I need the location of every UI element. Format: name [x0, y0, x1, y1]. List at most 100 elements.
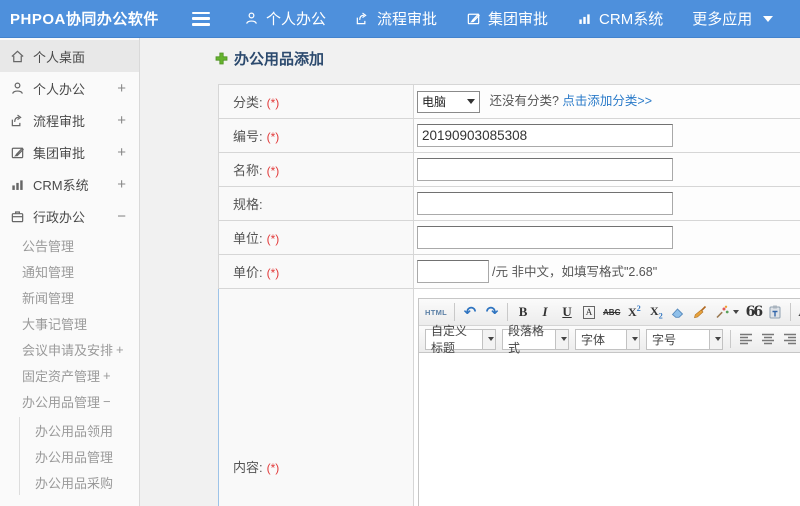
app-logo: PHPOA协同办公软件 [10, 11, 159, 28]
sidebar-item-memorabilia-mgmt[interactable]: 大事记管理 [0, 310, 139, 336]
bar-chart-icon [12, 179, 23, 190]
sidebar-item-group-approval[interactable]: 集团审批 + [0, 136, 139, 168]
undo-icon: ↶ [463, 304, 477, 321]
field-label: 单价: [233, 265, 263, 280]
sidebar-item-meeting-request[interactable]: 会议申请及安排 + [0, 336, 139, 362]
custom-heading-select[interactable]: 自定义标题 [425, 324, 496, 355]
form-row-unit: 单位: (*) [218, 220, 800, 255]
dropdown-caret-icon [487, 337, 494, 341]
eraser-button[interactable] [668, 302, 688, 323]
editor-toolbar-row2: 自定义标题 段落格式 字体 字号 ∞ [419, 324, 800, 355]
subscript-button[interactable]: X2 [646, 302, 666, 323]
flow-icon [11, 114, 22, 126]
required-mark: (*) [266, 164, 280, 178]
collapse-icon: − [103, 393, 111, 409]
field-label: 名称: [233, 163, 263, 178]
sidebar-item-supplies-purchase[interactable]: 办公用品采购 [35, 469, 139, 495]
sidebar-item-crm-system[interactable]: CRM系统 + [0, 168, 139, 200]
auto-typeset-button[interactable] [712, 302, 741, 323]
sidebar: 个人桌面 个人办公 + 流程审批 + 集团审批 + CRM系统 + 行政办公 −… [0, 38, 140, 506]
required-mark: (*) [266, 96, 280, 110]
nav-workflow-approval[interactable]: 流程审批 [355, 8, 437, 29]
collapse-icon: − [117, 207, 126, 225]
dropdown-caret-icon [560, 337, 567, 341]
add-category-link[interactable]: 点击添加分类>> [562, 94, 652, 108]
expand-icon: + [117, 79, 126, 97]
sidebar-item-supplies-requisition[interactable]: 办公用品领用 [35, 417, 139, 443]
sidebar-item-supplies-manage[interactable]: 办公用品管理 [35, 443, 139, 469]
field-label: 编号: [233, 129, 263, 144]
required-mark: (*) [266, 460, 280, 475]
undo-button[interactable]: ↶ [460, 302, 480, 323]
sidebar-item-fixed-assets-mgmt[interactable]: 固定资产管理 + [0, 362, 139, 388]
unit-input[interactable] [417, 226, 673, 249]
expand-icon: + [117, 143, 126, 161]
redo-icon: ↷ [485, 304, 499, 321]
underline-button[interactable]: U [557, 302, 577, 323]
redo-button[interactable]: ↷ [482, 302, 502, 323]
sidebar-item-workflow-approval[interactable]: 流程审批 + [0, 104, 139, 136]
briefcase-icon [11, 210, 24, 222]
sidebar-item-announcement-mgmt[interactable]: 公告管理 [0, 232, 139, 258]
main-content: 办公用品添加 分类: (*) 电脑 还没有分类? 点击添加分类>> 编号: (*) … [140, 38, 800, 506]
rich-text-editor: HTML ↶ ↷ B I U A ABC X2 X2 66 自定义标题 段落格式… [418, 298, 800, 506]
form-row-code: 编号: (*) [218, 118, 800, 153]
field-label: 内容: [233, 459, 263, 475]
sidebar-item-notice-mgmt[interactable]: 通知管理 [0, 258, 139, 284]
blockquote-button[interactable]: 66 [743, 302, 764, 323]
align-right-icon [784, 333, 796, 345]
form-row-price: 单价: (*) /元 非中文，如填写格式"2.68" [218, 254, 800, 289]
paste-text-button[interactable] [765, 302, 785, 323]
menu-toggle-icon[interactable] [192, 11, 210, 26]
select-arrow-icon [467, 99, 475, 105]
sidebar-item-personal-office[interactable]: 个人办公 + [0, 72, 139, 104]
sidebar-item-admin-office[interactable]: 行政办公 − [0, 200, 139, 232]
bold-button[interactable]: B [513, 302, 533, 323]
nav-personal-office[interactable]: 个人办公 [244, 8, 326, 29]
brush-icon [694, 305, 707, 319]
page-title: 办公用品添加 [215, 48, 324, 69]
required-mark: (*) [266, 266, 280, 280]
strikethrough-button[interactable]: ABC [601, 302, 622, 323]
italic-button[interactable]: I [535, 302, 555, 323]
paragraph-format-select[interactable]: 段落格式 [502, 324, 569, 355]
dropdown-caret-icon [733, 310, 740, 314]
form-row-content: 内容: (*) HTML ↶ ↷ B I U A ABC X2 X2 66 自定… [218, 288, 800, 506]
font-family-select[interactable]: 字体 [575, 328, 640, 350]
code-input[interactable] [417, 124, 673, 147]
price-input[interactable] [417, 260, 489, 283]
office-supply-add-form: 分类:(*) 电脑 还没有分类? 点击添加分类>> 编号:(*) 名称:(*) … [218, 84, 800, 506]
font-color-button[interactable]: A [796, 302, 800, 323]
sidebar-item-news-mgmt[interactable]: 新闻管理 [0, 284, 139, 310]
magic-wand-icon [716, 305, 729, 319]
nav-group-approval[interactable]: 集团审批 [466, 8, 548, 29]
format-brush-button[interactable] [690, 302, 710, 323]
align-left-icon [740, 333, 752, 345]
expand-icon: + [117, 111, 126, 129]
category-select[interactable]: 电脑 [417, 90, 480, 113]
user-icon [12, 82, 23, 94]
boxed-a-button[interactable]: A [579, 302, 599, 323]
align-right-button[interactable] [780, 329, 800, 350]
edit-icon [11, 146, 24, 158]
nav-crm-system[interactable]: CRM系统 [577, 8, 663, 29]
editor-content-area[interactable] [419, 353, 800, 506]
nav-more-apps[interactable]: 更多应用 [692, 8, 774, 29]
category-hint: 还没有分类? [489, 94, 559, 109]
sidebar-item-office-supplies-mgmt[interactable]: 办公用品管理 − [0, 388, 139, 414]
top-navigation-bar: PHPOA协同办公软件 个人办公 流程审批 集团审批 CRM系统 更多应用 [0, 0, 800, 38]
name-input[interactable] [417, 158, 673, 181]
eraser-icon [672, 308, 684, 318]
dropdown-caret-icon [631, 337, 638, 341]
dropdown-caret-icon [714, 337, 721, 341]
field-label: 分类: [233, 95, 263, 110]
sidebar-item-personal-desktop[interactable]: 个人桌面 [0, 40, 139, 72]
form-row-name: 名称: (*) [218, 152, 800, 187]
align-center-button[interactable] [758, 329, 778, 350]
superscript-button[interactable]: X2 [624, 302, 644, 323]
html-source-button[interactable]: HTML [423, 302, 449, 323]
required-mark: (*) [266, 232, 280, 246]
spec-input[interactable] [417, 192, 673, 215]
align-left-button[interactable] [736, 329, 756, 350]
font-size-select[interactable]: 字号 [646, 328, 723, 350]
